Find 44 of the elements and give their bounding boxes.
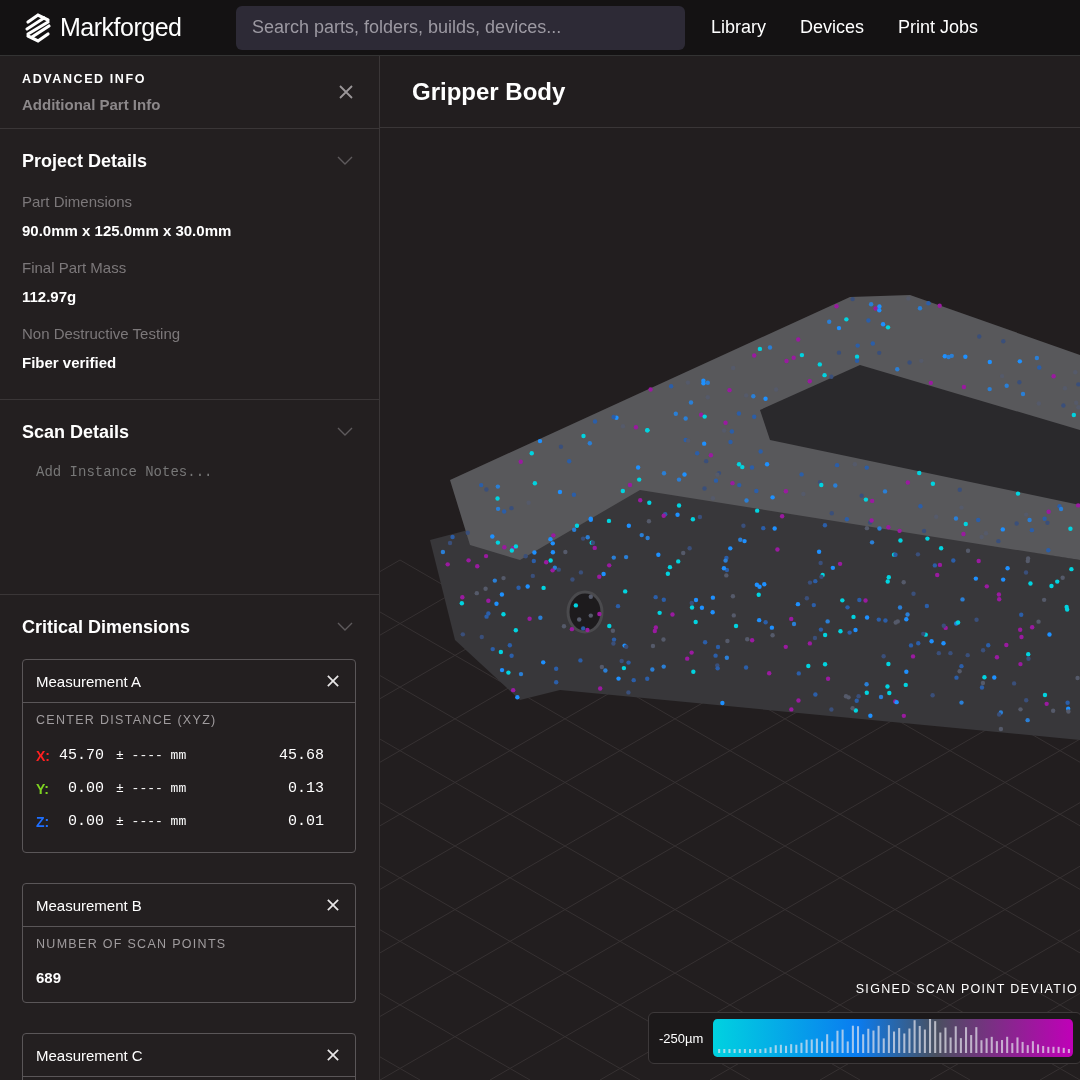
field-label: Part Dimensions <box>22 193 134 210</box>
axis-label: X: <box>36 747 51 764</box>
measured-value: 0.13 <box>287 780 324 797</box>
measurement-value: 689 <box>36 969 63 986</box>
panel-kicker: ADVANCED INFO <box>22 71 148 86</box>
search-field[interactable]: Search parts, folders, builds, devices... <box>236 5 685 50</box>
panel-subtitle: Additional Part Info <box>22 95 161 113</box>
axis-label: Y: <box>36 780 50 797</box>
measurement-title: Measurement A <box>36 672 142 690</box>
field-value: 112.97g <box>22 288 78 305</box>
nav-link[interactable]: Print Jobs <box>898 17 979 38</box>
legend-title: SIGNED SCAN POINT DEVIATIO <box>855 982 1078 996</box>
nominal-value: 0.00 <box>67 780 104 797</box>
field-label: Final Part Mass <box>22 259 128 276</box>
section-title[interactable]: Critical Dimensions <box>22 616 191 638</box>
nominal-value: 45.70 <box>58 747 104 764</box>
field-value: Fiber verified <box>22 354 118 371</box>
logo-icon <box>22 11 54 44</box>
measured-value: 0.01 <box>287 813 324 830</box>
notes-field[interactable]: Add Instance Notes... <box>22 464 370 534</box>
tolerance-text: ± ---- mm <box>116 781 188 796</box>
measurement-caption: CENTER DISTANCE (XYZ) <box>36 713 218 727</box>
tolerance-text: ± ---- mm <box>116 748 188 763</box>
axis-label: Z: <box>36 813 51 830</box>
measurement-title: Measurement C <box>36 1046 143 1064</box>
legend-min-label: -250µm <box>659 1030 704 1046</box>
nav-link[interactable]: Devices <box>800 17 865 38</box>
nominal-value: 0.00 <box>67 813 104 830</box>
tolerance-text: ± ---- mm <box>116 814 188 829</box>
field-label: Non Destructive Testing <box>22 325 182 342</box>
section-title[interactable]: Scan Details <box>22 421 130 443</box>
section-title[interactable]: Project Details <box>22 150 148 172</box>
measurement-caption: NUMBER OF SCAN POINTS <box>36 937 228 951</box>
measurement-title: Measurement B <box>36 896 142 914</box>
chevron-down-icon[interactable] <box>337 622 353 632</box>
measured-value: 45.68 <box>278 747 324 764</box>
nav-link[interactable]: Library <box>711 17 767 38</box>
chevron-down-icon[interactable] <box>337 427 353 437</box>
close-icon[interactable] <box>339 85 353 99</box>
field-value: 90.0mm x 125.0mm x 30.0mm <box>22 222 233 239</box>
brand-name: Markforged <box>60 13 182 42</box>
chevron-down-icon[interactable] <box>337 156 353 166</box>
part-title: Gripper Body <box>412 77 566 106</box>
gripper-part-drawing[interactable] <box>430 295 1080 740</box>
